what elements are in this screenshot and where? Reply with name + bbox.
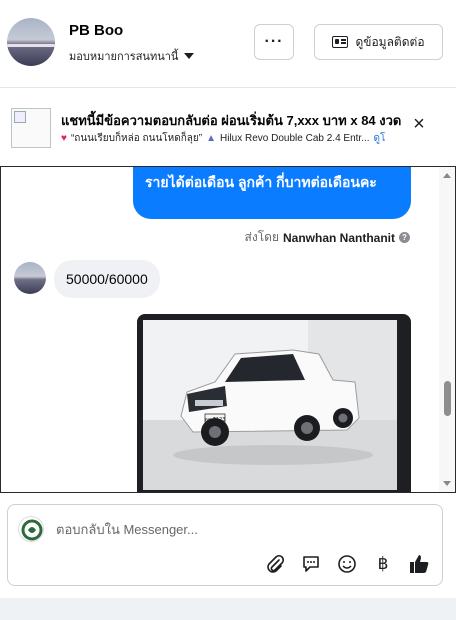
sender-name: Nanwhan Nanthanit bbox=[282, 230, 395, 245]
car-emoji-icon: ▲ bbox=[206, 133, 217, 144]
reply-composer: ตอบกลับใน Messenger... ฿ bbox=[7, 504, 443, 586]
view-contact-button[interactable]: ดูข้อมูลติดต่อ bbox=[314, 24, 443, 60]
incoming-message[interactable]: 50000/60000 bbox=[54, 260, 160, 298]
ad-description: ♥ “ถนนเรียบก็หล่อ ถนนโหดก็ลุย” ▲ Hilux R… bbox=[61, 131, 385, 146]
composer-toolbar: ฿ bbox=[264, 553, 430, 575]
scroll-down-icon[interactable] bbox=[443, 481, 451, 486]
help-icon[interactable]: ? bbox=[399, 232, 410, 243]
truck-illustration: ดด 7123 bbox=[143, 320, 397, 490]
page-avatar[interactable] bbox=[7, 18, 55, 66]
agent-avatar bbox=[18, 516, 44, 542]
conversation-header: PB Boo มอบหมายการสนทนานี้ ··· ดูข้อมูลติ… bbox=[0, 0, 456, 88]
bottom-strip bbox=[0, 598, 456, 620]
scroll-up-icon[interactable] bbox=[443, 173, 451, 178]
view-contact-label: ดูข้อมูลติดต่อ bbox=[355, 34, 425, 49]
view-ad-link[interactable]: ดูโ bbox=[374, 131, 386, 146]
more-options-button[interactable]: ··· bbox=[254, 24, 294, 60]
sent-by-info: ส่งโดย Nanwhan Nanthanit ? bbox=[245, 228, 410, 247]
ad-model: Hilux Revo Double Cab 2.4 Entr... bbox=[220, 133, 370, 144]
baht-payment-icon[interactable]: ฿ bbox=[372, 553, 394, 575]
caret-down-icon bbox=[184, 53, 195, 59]
ad-title: แชทนี้มีข้อความตอบกลับต่อ ผ่อนเริ่มต้น 7… bbox=[61, 113, 402, 128]
attachment-icon[interactable] bbox=[264, 553, 286, 575]
heart-emoji-icon: ♥ bbox=[61, 133, 67, 144]
scrollbar-thumb[interactable] bbox=[444, 381, 451, 416]
image-attachment[interactable]: ดด 7123 bbox=[137, 314, 411, 492]
ad-tagline: “ถนนเรียบก็หล่อ ถนนโหดก็ลุย” bbox=[70, 133, 203, 144]
ad-context-banner: แชทนี้มีข้อความตอบกลับต่อ ผ่อนเริ่มต้น 7… bbox=[0, 88, 456, 166]
assign-conversation-dropdown[interactable]: มอบหมายการสนทนานี้ bbox=[69, 47, 195, 65]
saved-replies-icon[interactable] bbox=[300, 553, 322, 575]
outgoing-message[interactable]: รายได้ต่อเดือน ลูกค้า กี่บาทต่อเดือนคะ bbox=[133, 167, 411, 219]
inbox-conversation-panel: PB Boo มอบหมายการสนทนานี้ ··· ดูข้อมูลติ… bbox=[0, 0, 456, 620]
sent-by-prefix: ส่งโดย bbox=[244, 230, 279, 244]
reply-input[interactable]: ตอบกลับใน Messenger... bbox=[56, 519, 198, 540]
more-icon: ··· bbox=[264, 33, 284, 50]
contact-card-icon bbox=[332, 36, 349, 48]
assign-label: มอบหมายการสนทนานี้ bbox=[69, 51, 179, 63]
emoji-icon[interactable] bbox=[336, 553, 358, 575]
message-thread: รายได้ต่อเดือน ลูกค้า กี่บาทต่อเดือนคะ ส… bbox=[0, 166, 456, 493]
customer-avatar[interactable] bbox=[14, 262, 46, 294]
thread-scrollbar[interactable] bbox=[439, 167, 455, 492]
pickup-truck-photo: ดด 7123 bbox=[143, 320, 397, 490]
close-icon[interactable]: × bbox=[409, 114, 429, 135]
ad-thumbnail bbox=[11, 108, 51, 148]
page-name: PB Boo bbox=[69, 22, 124, 39]
thumbs-up-icon[interactable] bbox=[408, 553, 430, 575]
